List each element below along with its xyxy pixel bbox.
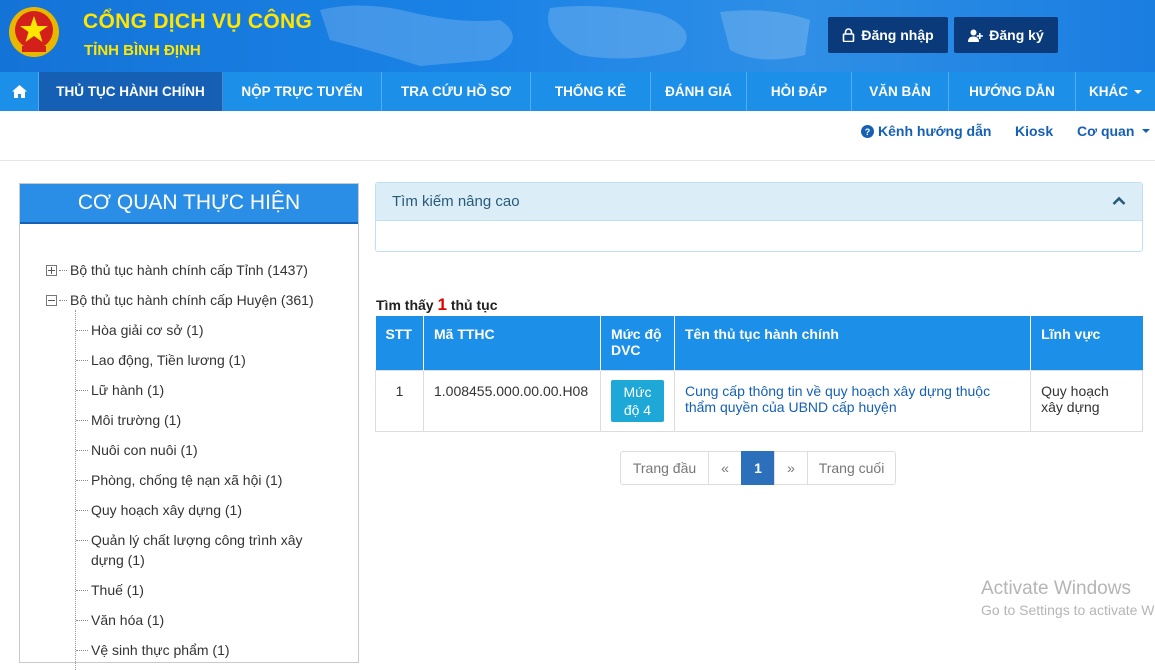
national-emblem-logo[interactable]: [8, 6, 60, 58]
tree-child-item[interactable]: Hòa giải cơ sở (1): [76, 320, 204, 340]
nav-item-huong-dan[interactable]: HƯỚNG DẪN: [949, 72, 1076, 111]
tree-child-item[interactable]: Quy hoạch xây dựng (1): [76, 500, 242, 520]
expand-icon[interactable]: [46, 264, 57, 276]
caret-down-icon: [1134, 89, 1142, 94]
cell-level: Mức độ 4: [599, 369, 675, 432]
col-header-code: Mã TTHC: [423, 316, 601, 370]
site-title[interactable]: CỔNG DỊCH VỤ CÔNG: [83, 10, 312, 34]
page-first-button[interactable]: Trang đầu: [620, 451, 709, 485]
watermark-subtitle: Go to Settings to activate Windows.: [981, 602, 1155, 618]
result-prefix: Tìm thấy: [376, 297, 434, 313]
collapse-icon[interactable]: [46, 294, 57, 306]
nav-item-khac[interactable]: KHÁC: [1076, 72, 1155, 111]
sidebar-title: CƠ QUAN THỰC HIỆN: [20, 184, 358, 224]
page-current-button[interactable]: 1: [741, 451, 775, 485]
col-header-field: Lĩnh vực: [1030, 316, 1143, 370]
advanced-search-panel: Tìm kiếm nâng cao: [375, 182, 1143, 252]
cell-code: 1.008455.000.00.00.H08: [422, 369, 601, 432]
col-header-name: Tên thủ tục hành chính: [674, 316, 1032, 370]
result-count: 1: [437, 295, 447, 314]
user-plus-icon: [968, 29, 984, 42]
result-count-text: Tìm thấy 1 thủ tục: [376, 295, 497, 315]
world-map-decoration: [320, 5, 810, 67]
nav-item-thu-tuc[interactable]: THỦ TỤC HÀNH CHÍNH: [39, 72, 223, 111]
agency-dropdown[interactable]: Cơ quan: [1077, 123, 1151, 139]
tree-child-item[interactable]: Quản lý chất lượng công trình xây dựng (…: [76, 530, 316, 570]
tree-child-label: Lao động, Tiền lương (1): [91, 352, 246, 368]
page-prev-button[interactable]: «: [708, 451, 742, 485]
tree-child-label: Môi trường (1): [91, 412, 182, 428]
main-nav: THỦ TỤC HÀNH CHÍNH NỘP TRỰC TUYẾN TRA CỨ…: [0, 72, 1155, 111]
nav-home[interactable]: [0, 72, 39, 111]
question-circle-icon: ?: [861, 124, 874, 138]
login-label: Đăng nhập: [861, 27, 934, 43]
tree-child-label: Phòng, chống tệ nạn xã hội (1): [91, 472, 283, 488]
home-icon: [11, 85, 27, 98]
tree-child-label: Quản lý chất lượng công trình xây dựng (…: [91, 532, 303, 568]
activate-windows-watermark: Activate Windows Go to Settings to activ…: [981, 578, 1155, 618]
nav-item-tra-cuu[interactable]: TRA CỨU HỒ SƠ: [382, 72, 531, 111]
tree-child-item[interactable]: Vệ sinh thực phẩm (1): [76, 640, 230, 660]
nav-item-hoi-dap[interactable]: HỎI ĐÁP: [747, 72, 852, 111]
tree-root-label: Bộ thủ tục hành chính cấp Huyện (361): [70, 292, 314, 308]
guide-label: Kênh hướng dẫn: [878, 123, 992, 139]
agency-label: Cơ quan: [1077, 123, 1135, 139]
tree-child-label: Vệ sinh thực phẩm (1): [91, 642, 230, 658]
procedure-link[interactable]: Cung cấp thông tin về quy hoạch xây dựng…: [685, 383, 990, 415]
col-header-stt: STT: [375, 316, 424, 370]
tree-child-item[interactable]: Môi trường (1): [76, 410, 181, 430]
tree-root-tinh[interactable]: Bộ thủ tục hành chính cấp Tỉnh (1437): [46, 262, 308, 278]
caret-down-icon: [1142, 129, 1151, 133]
tree-child-item[interactable]: Lữ hành (1): [76, 380, 164, 400]
procedure-table: STT Mã TTHC Mức độ DVC Tên thủ tục hành …: [375, 316, 1143, 432]
tree-child-label: Văn hóa (1): [91, 612, 165, 628]
tree-child-item[interactable]: Nuôi con nuôi (1): [76, 440, 198, 460]
cell-stt: 1: [375, 369, 424, 432]
nav-item-van-ban[interactable]: VĂN BẢN: [852, 72, 949, 111]
lock-icon: [843, 28, 855, 42]
login-button[interactable]: Đăng nhập: [828, 17, 948, 53]
register-label: Đăng ký: [989, 27, 1044, 43]
svg-text:?: ?: [865, 127, 871, 137]
tree-child-label: Quy hoạch xây dựng (1): [91, 502, 243, 518]
nav-item-thong-ke[interactable]: THỐNG KÊ: [531, 72, 651, 111]
table-header-row: STT Mã TTHC Mức độ DVC Tên thủ tục hành …: [375, 316, 1143, 370]
advanced-search-title: Tìm kiếm nâng cao: [392, 193, 520, 210]
tree-child-item[interactable]: Lao động, Tiền lương (1): [76, 350, 246, 370]
tree-child-item[interactable]: Phòng, chống tệ nạn xã hội (1): [76, 470, 282, 490]
watermark-title: Activate Windows: [981, 578, 1131, 599]
tree-child-label: Hòa giải cơ sở (1): [91, 322, 204, 338]
tree-child-label: Nuôi con nuôi (1): [91, 442, 198, 458]
site-header: CỔNG DỊCH VỤ CÔNG TỈNH BÌNH ĐỊNH Đăng nh…: [0, 0, 1155, 72]
site-subtitle: TỈNH BÌNH ĐỊNH: [84, 42, 201, 59]
pagination: Trang đầu « 1 » Trang cuối: [620, 451, 896, 485]
page-last-button[interactable]: Trang cuối: [807, 451, 896, 485]
level-badge[interactable]: Mức độ 4: [610, 379, 664, 422]
result-suffix: thủ tục: [450, 297, 498, 313]
cell-name: Cung cấp thông tin về quy hoạch xây dựng…: [673, 369, 1032, 432]
kiosk-link[interactable]: Kiosk: [1015, 123, 1053, 139]
tree-child-item[interactable]: Thuế (1): [76, 580, 144, 600]
tree-root-huyen[interactable]: Bộ thủ tục hành chính cấp Huyện (361): [46, 292, 314, 308]
col-header-level: Mức độ DVC: [600, 316, 675, 370]
register-button[interactable]: Đăng ký: [954, 17, 1058, 53]
nav-item-khac-label: KHÁC: [1089, 84, 1128, 99]
cell-field: Quy hoạch xây dựng: [1030, 369, 1143, 432]
advanced-search-header[interactable]: Tìm kiếm nâng cao: [376, 183, 1142, 221]
tree-child-item[interactable]: Văn hóa (1): [76, 610, 164, 630]
table-row: 1 1.008455.000.00.00.H08 Mức độ 4 Cung c…: [375, 369, 1143, 432]
agency-sidebar: CƠ QUAN THỰC HIỆN Bộ thủ tục hành chính …: [19, 183, 359, 670]
tree-child-label: Thuế (1): [91, 582, 144, 598]
sub-toolbar: ? Kênh hướng dẫn Kiosk Cơ quan: [0, 111, 1155, 161]
chevron-up-icon[interactable]: [1112, 196, 1126, 206]
nav-item-nop-truc-tuyen[interactable]: NỘP TRỰC TUYẾN: [223, 72, 382, 111]
tree-root-label: Bộ thủ tục hành chính cấp Tỉnh (1437): [70, 262, 308, 278]
nav-item-danh-gia[interactable]: ĐÁNH GIÁ: [651, 72, 747, 111]
guide-link[interactable]: ? Kênh hướng dẫn: [861, 123, 991, 139]
tree-child-label: Lữ hành (1): [91, 382, 165, 398]
page-next-button[interactable]: »: [774, 451, 808, 485]
